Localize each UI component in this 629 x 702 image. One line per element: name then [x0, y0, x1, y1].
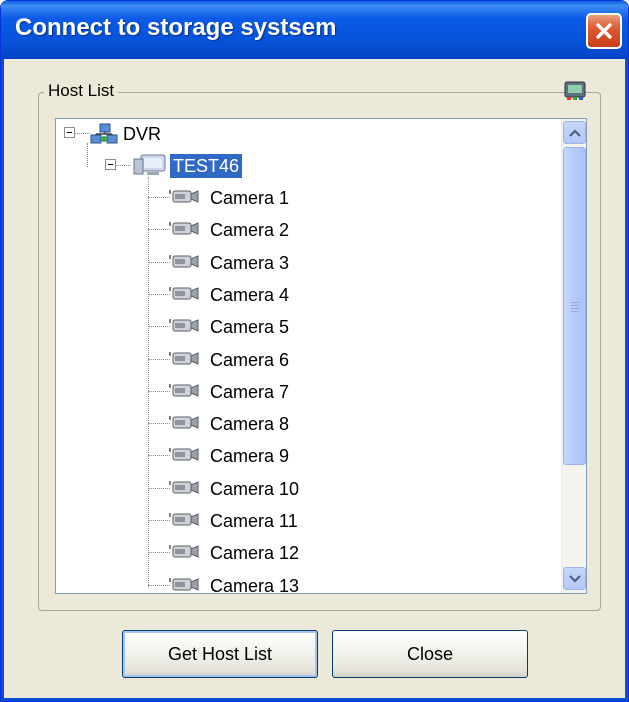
camera-label: Camera 10	[210, 478, 300, 499]
tree-node-camera[interactable]: Camera 4	[56, 280, 556, 312]
camera-label: Camera 2	[210, 220, 290, 241]
host-tree-view[interactable]: DVR TEST46 Camera 1 Camera 2 Camera 3 Camer…	[55, 118, 587, 594]
camera-icon	[168, 220, 200, 243]
camera-label: Camera 12	[210, 543, 300, 564]
camera-icon	[168, 511, 200, 534]
tree-connector	[148, 326, 170, 328]
camera-icon	[168, 253, 200, 276]
tree-connector	[148, 197, 170, 198]
dvr-collapse-toggle[interactable]	[64, 127, 75, 138]
tree-node-camera[interactable]: Camera 11	[56, 506, 556, 538]
vertical-scrollbar[interactable]	[561, 119, 586, 593]
tree-connector	[148, 358, 170, 360]
tree-connector	[148, 487, 170, 489]
camera-icon	[168, 576, 200, 593]
tree-node-camera[interactable]: Camera 12	[56, 538, 556, 570]
tree-connector	[148, 584, 170, 586]
tree-node-camera[interactable]: Camera 10	[56, 474, 556, 506]
camera-label: Camera 6	[210, 349, 290, 370]
close-window-button[interactable]	[586, 13, 622, 49]
tree-node-host-selected[interactable]: TEST46	[170, 154, 243, 178]
tree-connector	[115, 165, 131, 166]
tree-node-camera[interactable]: Camera 13	[56, 571, 556, 594]
chevron-down-icon	[568, 574, 581, 583]
camera-label: Camera 3	[210, 252, 290, 273]
camera-icon	[168, 479, 200, 502]
get-host-list-button[interactable]: Get Host List	[122, 630, 318, 678]
camera-icon	[168, 414, 200, 437]
tree-connector	[87, 143, 88, 167]
tree-node-camera[interactable]: Camera 6	[56, 345, 556, 377]
camera-label: Camera 11	[210, 511, 298, 531]
window-title: Connect to storage systsem	[15, 14, 337, 41]
tree-node-camera[interactable]: Camera 7	[56, 377, 556, 409]
camera-icon	[168, 317, 200, 340]
tree-connector	[148, 552, 170, 554]
camera-icon	[168, 188, 200, 211]
tree-connector	[148, 293, 170, 295]
camera-icon	[168, 382, 200, 405]
close-button[interactable]: Close	[332, 630, 528, 678]
tree-connector	[148, 390, 170, 392]
tree-connector	[148, 423, 170, 425]
dialog-window: Connect to storage systsem Host List DVR…	[0, 0, 629, 702]
camera-label: Camera 5	[210, 317, 290, 338]
scroll-up-button[interactable]	[563, 121, 586, 144]
monitor-icon	[132, 153, 168, 182]
camera-label: Camera 8	[210, 414, 290, 435]
host-list-label: Host List	[44, 81, 119, 101]
tree-connector	[148, 229, 170, 231]
tree-connector	[148, 520, 170, 521]
camera-label: Camera 13	[210, 575, 300, 594]
camera-label: Camera 4	[210, 284, 290, 305]
tree-node-camera[interactable]: Camera 5	[56, 312, 556, 344]
camera-label: Camera 7	[210, 381, 290, 402]
camera-icon	[168, 285, 200, 308]
close-x-icon	[596, 23, 612, 39]
host-collapse-toggle[interactable]	[105, 159, 116, 170]
tree-node-camera[interactable]: Camera 3	[56, 248, 556, 280]
camera-label: Camera 9	[210, 446, 290, 467]
camera-label: Camera 1	[210, 188, 290, 208]
tree-node-dvr[interactable]: DVR	[123, 122, 161, 146]
scroll-thumb[interactable]	[563, 147, 586, 465]
title-bar[interactable]: Connect to storage systsem	[1, 1, 628, 59]
scroll-down-button[interactable]	[563, 567, 586, 590]
tree-connector	[148, 261, 170, 263]
tree-node-camera[interactable]: Camera 1	[56, 183, 556, 215]
tree-node-camera[interactable]: Camera 9	[56, 441, 556, 473]
tree-node-camera[interactable]: Camera 2	[56, 215, 556, 247]
camera-icon	[168, 543, 200, 566]
tree-connector	[148, 455, 170, 457]
camera-icon	[168, 446, 200, 469]
chevron-up-icon	[568, 128, 581, 137]
network-group-icon	[90, 123, 120, 150]
tree-node-camera[interactable]: Camera 8	[56, 409, 556, 441]
network-settings-icon[interactable]	[564, 81, 586, 101]
tree-connector	[74, 133, 90, 134]
camera-icon	[168, 350, 200, 373]
